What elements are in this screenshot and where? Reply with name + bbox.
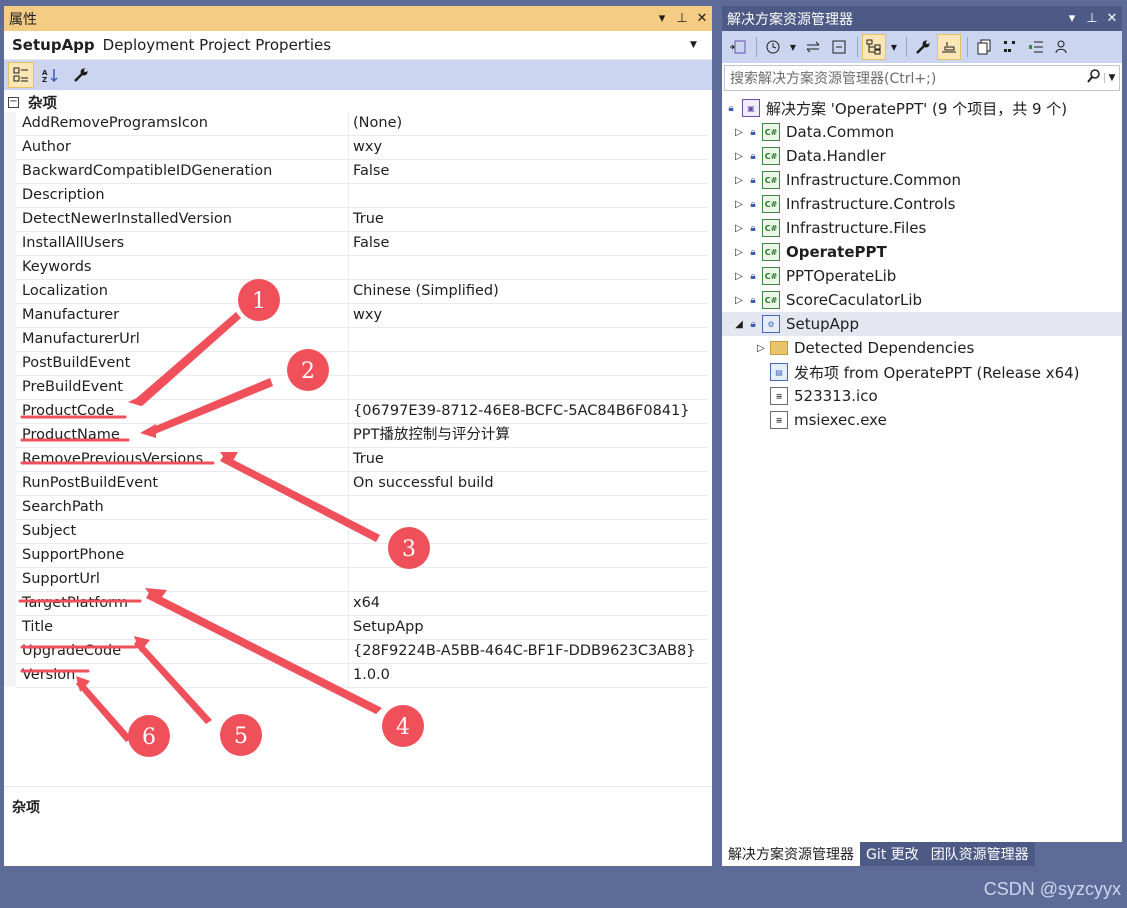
annotation-overlay: 1 2 3 4 5 6: [18, 279, 430, 757]
badge-5: 5: [234, 724, 248, 749]
badge-3: 3: [402, 537, 416, 562]
arrow-2: [146, 378, 273, 436]
arrow-6: [76, 679, 132, 742]
arrow-3: [220, 455, 380, 542]
badge-2: 2: [301, 359, 315, 384]
badge-6: 6: [142, 725, 156, 750]
arrow-5: [134, 639, 212, 724]
arrow-1: [132, 312, 241, 406]
watermark: CSDN @syzcyyx: [983, 879, 1121, 899]
badge-1: 1: [252, 289, 266, 314]
badge-4: 4: [396, 715, 410, 740]
arrow-2-head: [140, 424, 156, 438]
